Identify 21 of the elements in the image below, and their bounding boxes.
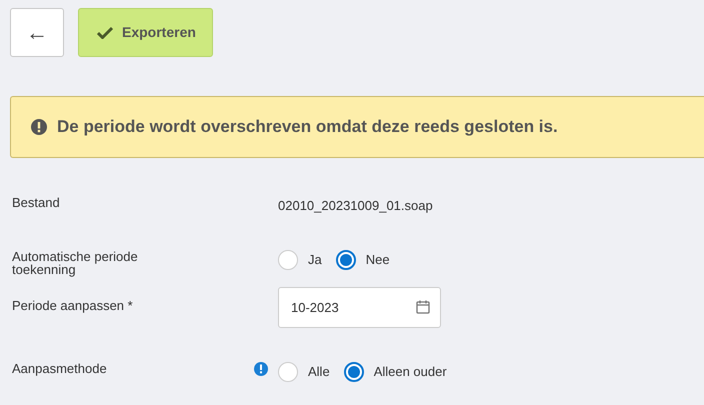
info-icon <box>254 362 268 376</box>
date-field[interactable]: 10-2023 <box>278 286 441 328</box>
option-label[interactable]: Alle <box>308 362 330 382</box>
field-label: Periode aanpassen * <box>12 298 134 312</box>
option-label[interactable]: Nee <box>366 250 390 270</box>
option-label[interactable]: Ja <box>308 250 322 270</box>
radio-button[interactable] <box>336 250 356 270</box>
field-value: 02010_20231009_01.soap <box>278 197 433 215</box>
radio-button[interactable] <box>344 362 364 382</box>
radio-button[interactable] <box>278 250 298 270</box>
export-button[interactable]: Exporteren <box>78 8 213 57</box>
calendar-icon[interactable] <box>416 300 430 314</box>
option-label[interactable]: Alleen ouder <box>374 362 447 382</box>
field-label: Automatische periode toekenning <box>12 250 139 277</box>
field-label: Aanpasmethode <box>12 362 108 376</box>
radio-button[interactable] <box>278 362 298 382</box>
field-label: Bestand <box>12 196 61 210</box>
back-button[interactable]: ← <box>10 8 64 57</box>
alert-message: De periode wordt overschreven omdat deze reeds gesloten is. <box>57 116 558 138</box>
checkmark-icon <box>97 26 113 39</box>
exclamation-icon <box>31 119 47 135</box>
